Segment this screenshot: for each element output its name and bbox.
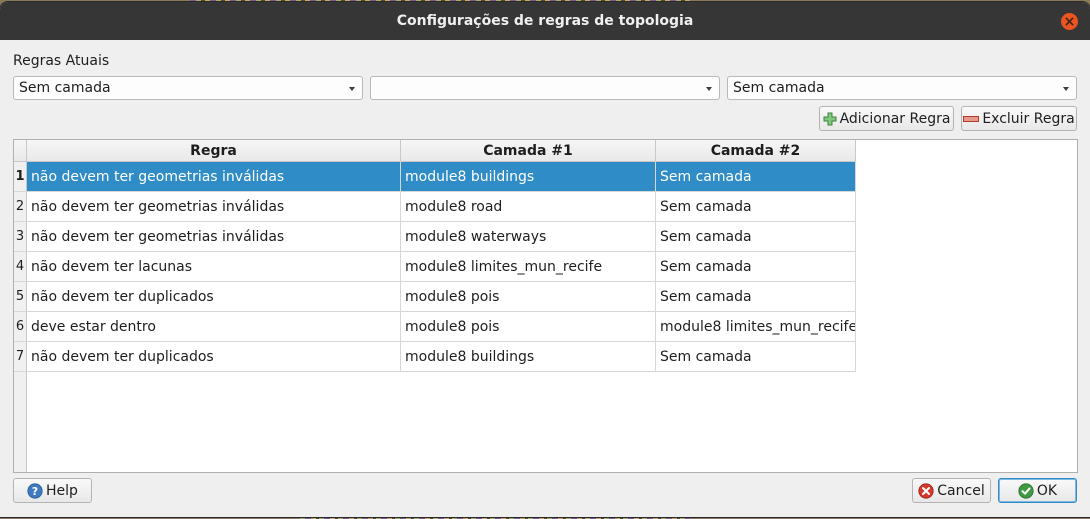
title-bar: Configurações de regras de topologia — [0, 2, 1090, 40]
rule-cell[interactable]: não devem ter lacunas — [27, 252, 401, 282]
layer1-cell[interactable]: module8 pois — [401, 282, 656, 312]
row-number[interactable]: 7 — [14, 342, 27, 372]
rule-cell[interactable]: não devem ter geometrias inválidas — [27, 222, 401, 252]
row-header-gutter — [14, 372, 27, 472]
layer2-cell[interactable]: Sem camada — [656, 222, 856, 252]
current-rules-label: Regras Atuais — [13, 53, 110, 69]
chevron-down-icon — [1063, 87, 1069, 91]
layer1-cell[interactable]: module8 pois — [401, 312, 656, 342]
plus-icon — [823, 112, 837, 126]
row-number[interactable]: 2 — [14, 192, 27, 222]
layer2-cell[interactable]: Sem camada — [656, 252, 856, 282]
add-rule-label: Adicionar Regra — [839, 110, 951, 127]
layer2-cell[interactable]: Sem camada — [656, 192, 856, 222]
chevron-down-icon — [706, 87, 712, 91]
cancel-button[interactable]: Cancel — [912, 478, 991, 503]
column-header-layer2[interactable]: Camada #2 — [656, 140, 856, 162]
topology-rules-dialog: Configurações de regras de topologia Reg… — [0, 2, 1090, 517]
layer1-cell[interactable]: module8 waterways — [401, 222, 656, 252]
layer2-select[interactable]: Sem camada — [727, 76, 1077, 100]
close-icon — [1065, 17, 1074, 26]
layer1-cell[interactable]: module8 buildings — [401, 342, 656, 372]
row-number[interactable]: 4 — [14, 252, 27, 282]
rule-cell[interactable]: não devem ter duplicados — [27, 282, 401, 312]
column-header-rule[interactable]: Regra — [27, 140, 401, 162]
layer1-cell[interactable]: module8 buildings — [401, 162, 656, 192]
delete-rule-button[interactable]: Excluir Regra — [961, 106, 1077, 131]
layer1-select[interactable]: Sem camada — [13, 76, 363, 100]
layer2-cell[interactable]: Sem camada — [656, 162, 856, 192]
layer2-cell[interactable]: Sem camada — [656, 342, 856, 372]
row-number[interactable]: 1 — [14, 162, 27, 192]
rule-cell[interactable]: não devem ter geometrias inválidas — [27, 162, 401, 192]
layer2-select-value: Sem camada — [733, 80, 825, 96]
layer1-cell[interactable]: module8 limites_mun_recife — [401, 252, 656, 282]
layer2-cell[interactable]: Sem camada — [656, 282, 856, 312]
help-button[interactable]: ? Help — [13, 478, 92, 503]
help-icon: ? — [27, 482, 43, 499]
ok-label: OK — [1036, 482, 1058, 499]
chevron-down-icon — [349, 87, 355, 91]
svg-text:?: ? — [32, 485, 38, 498]
add-rule-button[interactable]: Adicionar Regra — [819, 106, 954, 131]
table-corner — [14, 140, 27, 162]
column-header-layer1[interactable]: Camada #1 — [401, 140, 656, 162]
cancel-icon — [918, 482, 934, 499]
rules-table: Regra Camada #1 Camada #2 1 não devem te… — [13, 139, 1078, 473]
delete-rule-label: Excluir Regra — [982, 110, 1075, 127]
rule-cell[interactable]: não devem ter geometrias inválidas — [27, 192, 401, 222]
close-button[interactable] — [1061, 13, 1078, 30]
help-label: Help — [46, 482, 78, 499]
ok-button[interactable]: OK — [998, 478, 1077, 503]
layer1-select-value: Sem camada — [19, 80, 111, 96]
dialog-title: Configurações de regras de topologia — [396, 13, 694, 29]
rule-cell[interactable]: deve estar dentro — [27, 312, 401, 342]
row-number[interactable]: 6 — [14, 312, 27, 342]
layer2-cell[interactable]: module8 limites_mun_recife — [656, 312, 856, 342]
minus-icon — [963, 114, 980, 124]
row-number[interactable]: 3 — [14, 222, 27, 252]
cancel-label: Cancel — [937, 482, 985, 499]
rule-type-select[interactable] — [370, 76, 720, 100]
row-number[interactable]: 5 — [14, 282, 27, 312]
layer1-cell[interactable]: module8 road — [401, 192, 656, 222]
check-icon — [1018, 482, 1034, 499]
rule-cell[interactable]: não devem ter duplicados — [27, 342, 401, 372]
